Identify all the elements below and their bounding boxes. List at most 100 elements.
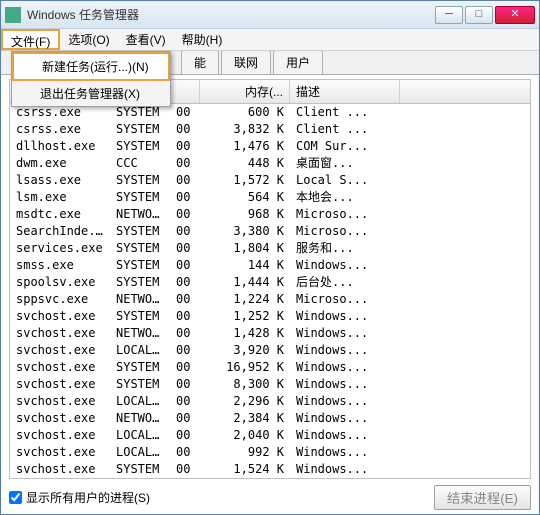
cell-name: msdtc.exe (10, 206, 110, 223)
cell-desc: Windows... (290, 257, 400, 274)
table-row[interactable]: SystemSYSTEM0040 KNT Kern... (10, 478, 530, 479)
col-description[interactable]: 描述 (290, 80, 400, 103)
cell-cpu: 00 (170, 223, 200, 240)
table-row[interactable]: lsass.exeSYSTEM001,572 KLocal S... (10, 172, 530, 189)
table-row[interactable]: lsm.exeSYSTEM00564 K本地会... (10, 189, 530, 206)
cell-user: SYSTEM (110, 308, 170, 325)
cell-mem: 600 K (200, 104, 290, 121)
cell-user: LOCAL... (110, 444, 170, 461)
cell-user: NETWO... (110, 410, 170, 427)
cell-mem: 1,572 K (200, 172, 290, 189)
cell-user: LOCAL... (110, 342, 170, 359)
cell-user: SYSTEM (110, 461, 170, 478)
cell-desc: 后台处... (290, 274, 400, 291)
cell-user: SYSTEM (110, 478, 170, 479)
table-row[interactable]: services.exeSYSTEM001,804 K服务和... (10, 240, 530, 257)
cell-name: svchost.exe (10, 376, 110, 393)
end-process-button[interactable]: 结束进程(E) (434, 485, 531, 510)
show-all-users-label: 显示所有用户的进程(S) (26, 489, 150, 506)
cell-user: SYSTEM (110, 240, 170, 257)
menu-view[interactable]: 查看(V) (118, 29, 174, 50)
col-memory[interactable]: 内存(... (200, 80, 290, 103)
app-icon (5, 7, 21, 23)
window-controls: ─ □ ✕ (435, 6, 535, 24)
menu-exit[interactable]: 退出任务管理器(X) (12, 81, 170, 106)
cell-mem: 564 K (200, 189, 290, 206)
cell-mem: 1,524 K (200, 461, 290, 478)
cell-user: SYSTEM (110, 121, 170, 138)
cell-mem: 3,380 K (200, 223, 290, 240)
table-row[interactable]: svchost.exeNETWO...002,384 KWindows... (10, 410, 530, 427)
show-all-users-input[interactable] (9, 491, 22, 504)
cell-user: SYSTEM (110, 189, 170, 206)
maximize-button[interactable]: □ (465, 6, 493, 24)
col-cpu[interactable] (170, 80, 200, 103)
cell-mem: 2,040 K (200, 427, 290, 444)
cell-mem: 1,224 K (200, 291, 290, 308)
cell-name: svchost.exe (10, 461, 110, 478)
cell-mem: 2,384 K (200, 410, 290, 427)
menu-file[interactable]: 文件(F) (1, 29, 60, 50)
tab-performance-partial[interactable]: 能 (181, 50, 219, 74)
cell-desc: Local S... (290, 172, 400, 189)
cell-cpu: 00 (170, 427, 200, 444)
cell-user: SYSTEM (110, 223, 170, 240)
table-row[interactable]: msdtc.exeNETWO...00968 KMicroso... (10, 206, 530, 223)
table-row[interactable]: svchost.exeSYSTEM001,524 KWindows... (10, 461, 530, 478)
cell-name: sppsvc.exe (10, 291, 110, 308)
table-row[interactable]: smss.exeSYSTEM00144 KWindows... (10, 257, 530, 274)
minimize-button[interactable]: ─ (435, 6, 463, 24)
titlebar[interactable]: Windows 任务管理器 ─ □ ✕ (1, 1, 539, 29)
cell-desc: NT Kern... (290, 478, 400, 479)
cell-desc: 本地会... (290, 189, 400, 206)
cell-name: SearchInde... (10, 223, 110, 240)
table-body[interactable]: csrss.exeSYSTEM00600 KClient ...csrss.ex… (10, 104, 530, 479)
cell-mem: 16,952 K (200, 359, 290, 376)
tab-users[interactable]: 用户 (273, 50, 323, 74)
table-row[interactable]: svchost.exeSYSTEM0016,952 KWindows... (10, 359, 530, 376)
close-button[interactable]: ✕ (495, 6, 535, 24)
cell-cpu: 00 (170, 308, 200, 325)
table-row[interactable]: dwm.exeCCC00448 K桌面窗... (10, 155, 530, 172)
cell-mem: 1,804 K (200, 240, 290, 257)
cell-desc: Client ... (290, 121, 400, 138)
cell-desc: Microso... (290, 291, 400, 308)
table-row[interactable]: svchost.exeSYSTEM001,252 KWindows... (10, 308, 530, 325)
table-row[interactable]: dllhost.exeSYSTEM001,476 KCOM Sur... (10, 138, 530, 155)
cell-name: svchost.exe (10, 325, 110, 342)
task-manager-window: Windows 任务管理器 ─ □ ✕ 文件(F) 选项(O) 查看(V) 帮助… (0, 0, 540, 515)
cell-mem: 3,920 K (200, 342, 290, 359)
cell-cpu: 00 (170, 121, 200, 138)
show-all-users-checkbox[interactable]: 显示所有用户的进程(S) (9, 489, 150, 506)
cell-user: SYSTEM (110, 274, 170, 291)
cell-desc: Windows... (290, 393, 400, 410)
cell-cpu: 00 (170, 172, 200, 189)
cell-user: SYSTEM (110, 257, 170, 274)
cell-desc: 服务和... (290, 240, 400, 257)
table-row[interactable]: svchost.exeSYSTEM008,300 KWindows... (10, 376, 530, 393)
cell-cpu: 00 (170, 478, 200, 479)
table-row[interactable]: sppsvc.exeNETWO...001,224 KMicroso... (10, 291, 530, 308)
cell-mem: 3,832 K (200, 121, 290, 138)
tab-networking[interactable]: 联网 (221, 50, 271, 74)
table-row[interactable]: svchost.exeLOCAL...00992 KWindows... (10, 444, 530, 461)
menu-options[interactable]: 选项(O) (60, 29, 117, 50)
cell-mem: 2,296 K (200, 393, 290, 410)
cell-cpu: 00 (170, 189, 200, 206)
cell-desc: Windows... (290, 376, 400, 393)
table-row[interactable]: svchost.exeLOCAL...002,296 KWindows... (10, 393, 530, 410)
table-row[interactable]: svchost.exeLOCAL...002,040 KWindows... (10, 427, 530, 444)
table-row[interactable]: svchost.exeNETWO...001,428 KWindows... (10, 325, 530, 342)
cell-cpu: 00 (170, 410, 200, 427)
table-row[interactable]: svchost.exeLOCAL...003,920 KWindows... (10, 342, 530, 359)
cell-desc: COM Sur... (290, 138, 400, 155)
table-row[interactable]: spoolsv.exeSYSTEM001,444 K后台处... (10, 274, 530, 291)
table-row[interactable]: csrss.exeSYSTEM003,832 KClient ... (10, 121, 530, 138)
menu-new-task[interactable]: 新建任务(运行...)(N) (12, 52, 170, 81)
cell-name: svchost.exe (10, 359, 110, 376)
cell-cpu: 00 (170, 393, 200, 410)
table-row[interactable]: SearchInde...SYSTEM003,380 KMicroso... (10, 223, 530, 240)
cell-name: csrss.exe (10, 121, 110, 138)
cell-user: NETWO... (110, 291, 170, 308)
menu-help[interactable]: 帮助(H) (174, 29, 231, 50)
